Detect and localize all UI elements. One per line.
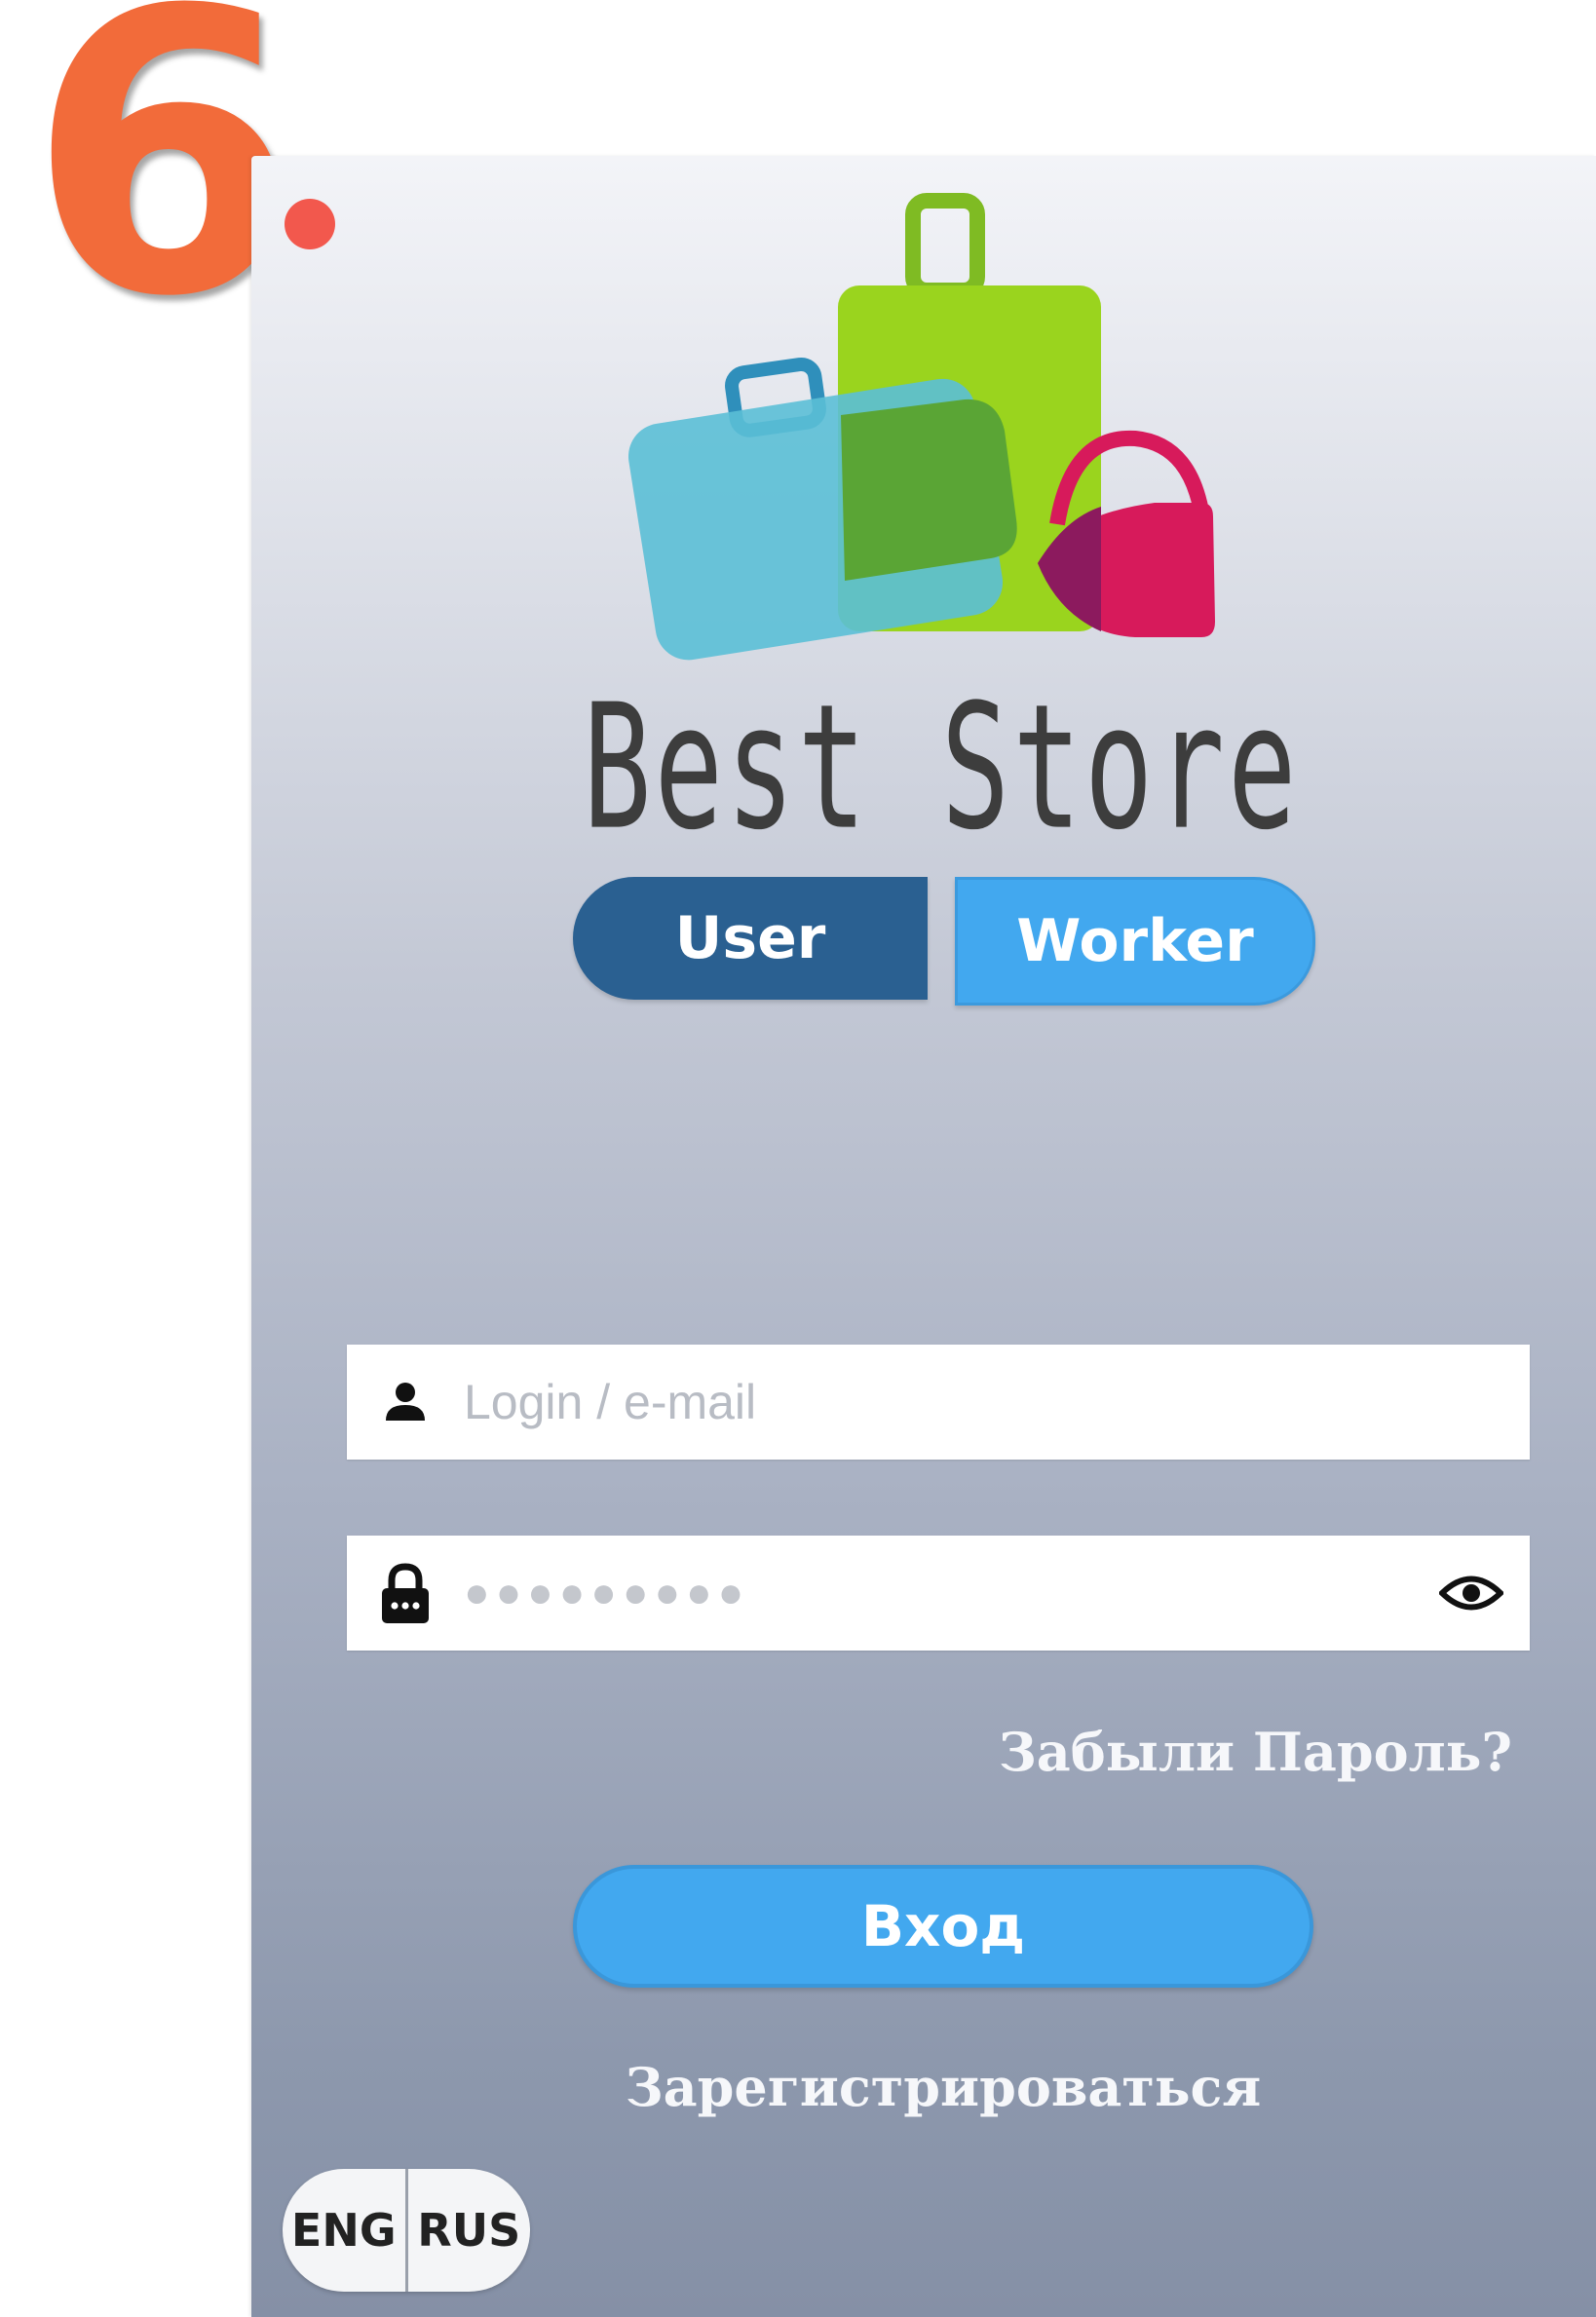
lang-rus-button[interactable]: RUS bbox=[408, 2169, 531, 2292]
forgot-password-link[interactable]: Забыли Пароль? bbox=[999, 1721, 1512, 1783]
password-input[interactable]: ●●●●●●●●● bbox=[464, 1569, 1423, 1617]
role-toggle: User Worker bbox=[573, 877, 1315, 1006]
language-switch: ENG RUS bbox=[283, 2169, 530, 2292]
lang-eng-button[interactable]: ENG bbox=[283, 2169, 405, 2292]
screenshot-stage: 6 Best Store User Worker Login / e-mail … bbox=[0, 0, 1596, 2317]
password-field[interactable]: ●●●●●●●●● bbox=[347, 1536, 1530, 1651]
eye-icon[interactable] bbox=[1423, 1536, 1520, 1651]
user-icon bbox=[347, 1345, 464, 1460]
role-user-button[interactable]: User bbox=[573, 877, 928, 1000]
lock-icon bbox=[347, 1536, 464, 1651]
role-worker-button[interactable]: Worker bbox=[955, 877, 1315, 1006]
login-submit-button[interactable]: Вход bbox=[573, 1865, 1313, 1988]
login-input[interactable]: Login / e-mail bbox=[464, 1374, 1530, 1430]
brand-name: Best Store bbox=[583, 667, 1300, 869]
login-field[interactable]: Login / e-mail bbox=[347, 1345, 1530, 1460]
register-link[interactable]: Зарегистрироваться bbox=[573, 2056, 1313, 2118]
step-marker-dot bbox=[285, 199, 335, 249]
luggage-bags-logo-icon bbox=[628, 193, 1215, 661]
